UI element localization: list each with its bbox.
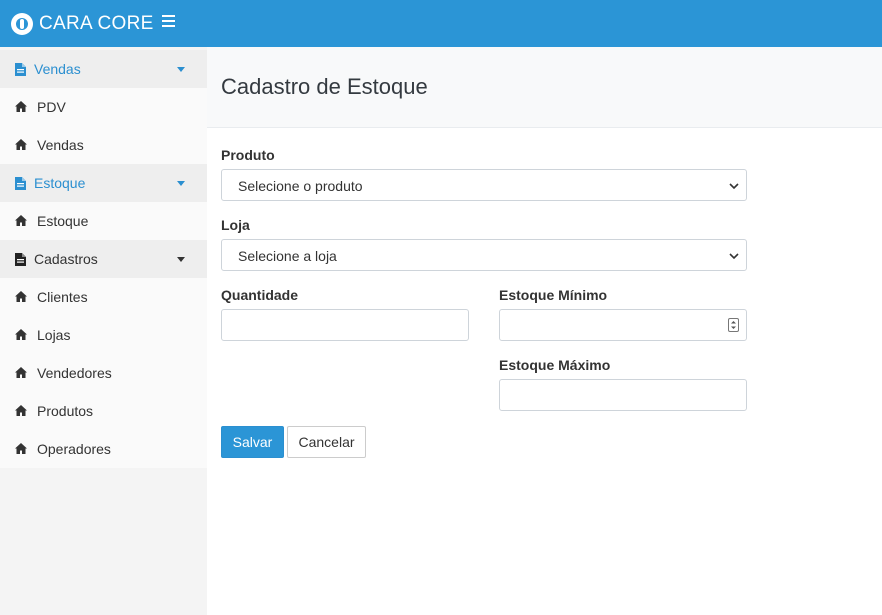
sidebar-item-label: Estoque	[37, 213, 89, 229]
sidebar-item-vendedores[interactable]: Vendedores	[0, 354, 207, 392]
sidebar-item-pdv[interactable]: PDV	[0, 88, 207, 126]
app-logo[interactable]: CARA CORE	[11, 12, 154, 35]
produto-select-value: Selecione o produto	[238, 178, 363, 194]
number-spinner-icon[interactable]	[728, 318, 739, 332]
sidebar-item-estoque[interactable]: Estoque	[0, 202, 207, 240]
produto-select[interactable]: Selecione o produto	[221, 169, 747, 201]
sidebar-item-label: Estoque	[34, 175, 86, 191]
home-icon	[15, 139, 27, 151]
cancel-button[interactable]: Cancelar	[287, 426, 366, 458]
home-icon	[15, 405, 27, 417]
loja-label: Loja	[221, 217, 250, 233]
loja-select[interactable]: Selecione a loja	[221, 239, 747, 271]
top-bar: CARA CORE	[0, 0, 882, 47]
hamburger-menu-icon[interactable]	[162, 15, 175, 27]
sidebar-item-label: PDV	[37, 99, 66, 115]
sidebar-item-label: Lojas	[37, 327, 71, 343]
sidebar-item-label: Operadores	[37, 441, 111, 457]
quantidade-label: Quantidade	[221, 287, 299, 303]
sidebar-item-produtos[interactable]: Produtos	[0, 392, 207, 430]
chevron-down-icon	[728, 179, 740, 191]
sidebar-item-label: Vendedores	[37, 365, 112, 381]
home-icon	[15, 329, 27, 341]
produto-label: Produto	[221, 147, 275, 163]
home-icon	[15, 443, 27, 455]
home-icon	[15, 367, 27, 379]
document-icon	[15, 253, 26, 266]
sidebar: Vendas PDV Vendas Estoque Estoque Cadast…	[0, 47, 207, 615]
sidebar-item-label: Vendas	[34, 61, 81, 77]
sidebar-item-operadores[interactable]: Operadores	[0, 430, 207, 468]
logo-icon	[11, 12, 33, 35]
quantidade-input[interactable]	[221, 309, 469, 341]
loja-select-value: Selecione a loja	[238, 248, 337, 264]
chevron-down-icon	[728, 249, 740, 261]
estoque-maximo-input[interactable]	[499, 379, 747, 411]
estoque-minimo-input[interactable]	[499, 309, 747, 341]
page-header: Cadastro de Estoque	[207, 47, 882, 128]
sidebar-group-cadastros[interactable]: Cadastros	[0, 240, 207, 278]
estoque-minimo-label: Estoque Mínimo	[499, 287, 608, 303]
page-title: Cadastro de Estoque	[221, 74, 428, 99]
save-button[interactable]: Salvar	[221, 426, 284, 458]
estoque-maximo-label: Estoque Máximo	[499, 357, 611, 373]
caret-down-icon	[177, 67, 185, 72]
sidebar-item-label: Cadastros	[34, 251, 98, 267]
home-icon	[15, 291, 27, 303]
sidebar-item-label: Clientes	[37, 289, 88, 305]
sidebar-group-estoque[interactable]: Estoque	[0, 164, 207, 202]
sidebar-group-vendas[interactable]: Vendas	[0, 50, 207, 88]
sidebar-item-vendas[interactable]: Vendas	[0, 126, 207, 164]
logo-text: CARA CORE	[39, 12, 154, 34]
sidebar-item-lojas[interactable]: Lojas	[0, 316, 207, 354]
document-icon	[15, 63, 26, 76]
caret-down-icon	[177, 181, 185, 186]
sidebar-item-label: Produtos	[37, 403, 94, 419]
home-icon	[15, 101, 27, 113]
sidebar-item-label: Vendas	[37, 137, 84, 153]
sidebar-item-clientes[interactable]: Clientes	[0, 278, 207, 316]
caret-down-icon	[177, 257, 185, 262]
document-icon	[15, 177, 26, 190]
home-icon	[15, 215, 27, 227]
